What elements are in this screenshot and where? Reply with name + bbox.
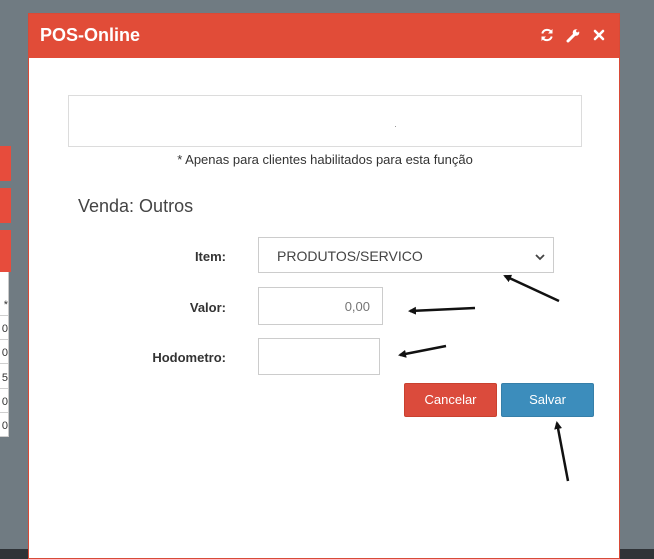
annotation-arrow	[503, 274, 560, 303]
annotation-arrow	[554, 421, 570, 482]
annotation-arrows	[398, 274, 570, 482]
annotation-arrow	[408, 306, 476, 315]
annotation-arrow	[398, 344, 447, 358]
